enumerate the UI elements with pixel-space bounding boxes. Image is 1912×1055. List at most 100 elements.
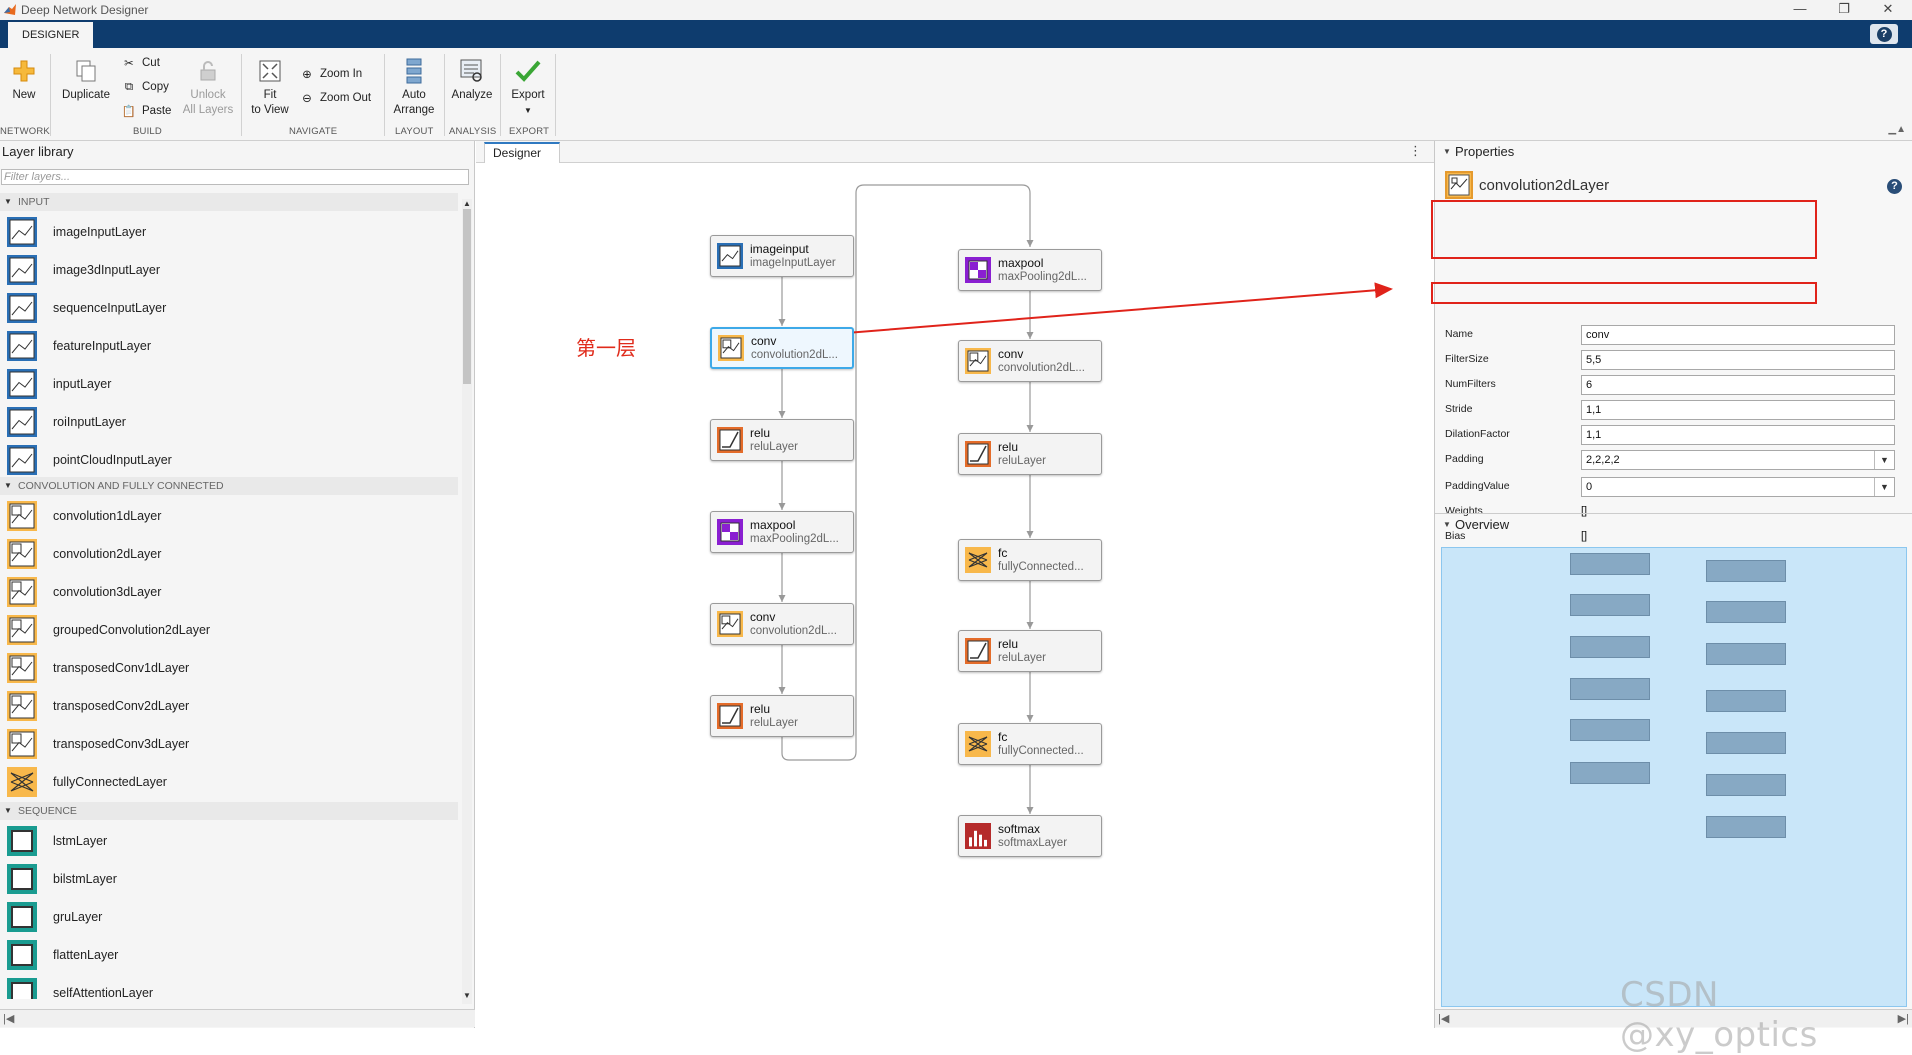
filter-layers-input[interactable]	[1, 169, 469, 185]
conv-layer-icon	[7, 501, 37, 531]
zoom-out-button[interactable]: ⊖ Zoom Out	[300, 88, 371, 108]
property-input-Name[interactable]: conv	[1581, 325, 1895, 345]
library-item-roiInputLayer[interactable]: roiInputLayer	[0, 405, 458, 439]
zoom-in-button[interactable]: ⊕ Zoom In	[300, 64, 362, 84]
layer-node-conv[interactable]: conv convolution2dL...	[958, 340, 1102, 382]
cut-button[interactable]: ✂ Cut	[122, 53, 160, 73]
scroll-left-icon[interactable]: |◀	[1438, 1012, 1449, 1025]
library-item-pointCloudInputLayer[interactable]: pointCloudInputLayer	[0, 443, 458, 477]
export-button[interactable]: Export ▼	[506, 56, 550, 118]
paste-icon: 📋	[121, 106, 137, 118]
layer-help-icon[interactable]: ?	[1887, 179, 1902, 194]
input-layer-icon	[7, 217, 37, 247]
library-item-featureInputLayer[interactable]: featureInputLayer	[0, 329, 458, 363]
layer-node-relu[interactable]: relu reluLayer	[710, 419, 854, 461]
new-label: New	[12, 89, 36, 101]
property-label: Padding	[1445, 453, 1484, 465]
property-input-Stride[interactable]: 1,1	[1581, 400, 1895, 420]
layer-node-fc[interactable]: fc fullyConnected...	[958, 723, 1102, 765]
library-item-bilstmLayer[interactable]: bilstmLayer	[0, 862, 458, 896]
property-input-PaddingValue[interactable]: 0 ▼	[1581, 477, 1895, 497]
convolution-layer-icon	[1445, 171, 1473, 199]
minimize-icon[interactable]: —	[1778, 0, 1822, 20]
scrollbar-thumb[interactable]	[463, 209, 471, 384]
library-item-imageInputLayer[interactable]: imageInputLayer	[0, 215, 458, 249]
library-item-fullyConnectedLayer[interactable]: fullyConnectedLayer	[0, 765, 458, 799]
layer-node-maxpool[interactable]: maxpool maxPooling2dL...	[710, 511, 854, 553]
category-conv[interactable]: ▼ CONVOLUTION AND FULLY CONNECTED	[0, 477, 458, 495]
library-item-inputLayer[interactable]: inputLayer	[0, 367, 458, 401]
layer-node-softmax[interactable]: softmax softmaxLayer	[958, 815, 1102, 857]
paste-button[interactable]: 📋 Paste	[121, 101, 172, 121]
scroll-up-icon[interactable]: ▲	[462, 199, 472, 208]
layer-node-conv[interactable]: conv convolution2dL...	[710, 327, 854, 369]
overview-node	[1706, 816, 1786, 838]
category-input[interactable]: ▼ INPUT	[0, 193, 458, 211]
fit-to-view-button[interactable]: Fit to View	[248, 56, 292, 118]
layer-node-relu[interactable]: relu reluLayer	[958, 630, 1102, 672]
conv-layer-icon	[7, 539, 37, 569]
library-item-lstmLayer[interactable]: lstmLayer	[0, 824, 458, 858]
auto-arrange-button[interactable]: Auto Arrange	[390, 56, 438, 118]
library-item-gruLayer[interactable]: gruLayer	[0, 900, 458, 934]
property-input-NumFilters[interactable]: 6	[1581, 375, 1895, 395]
duplicate-button[interactable]: Duplicate	[58, 56, 114, 103]
library-item-label: inputLayer	[53, 377, 112, 391]
chevron-down-icon[interactable]: ▼	[1874, 478, 1894, 496]
overview-minimap[interactable]	[1441, 547, 1907, 1007]
property-input-FilterSize[interactable]: 5,5	[1581, 350, 1895, 370]
help-button[interactable]: ?	[1870, 24, 1898, 44]
library-item-selfAttentionLayer[interactable]: selfAttentionLayer	[0, 976, 458, 999]
auto-arrange-label-2: Arrange	[393, 104, 435, 116]
library-item-groupedConvolution2dLayer[interactable]: groupedConvolution2dLayer	[0, 613, 458, 647]
layer-library-panel: Layer library ▼ INPUT imageInputLayer image…	[0, 141, 475, 1028]
property-input-Padding[interactable]: 2,2,2,2 ▼	[1581, 450, 1895, 470]
layer-library-list: ▼ INPUT imageInputLayer image3dInputLayer se…	[0, 191, 463, 999]
overview-section-header[interactable]: ▼ Overview	[1435, 513, 1912, 535]
layer-node-fc[interactable]: fc fullyConnected...	[958, 539, 1102, 581]
library-item-label: pointCloudInputLayer	[53, 453, 172, 467]
library-scrollbar[interactable]: ▲ ▼	[462, 199, 472, 1004]
layer-node-relu[interactable]: relu reluLayer	[958, 433, 1102, 475]
library-item-label: fullyConnectedLayer	[53, 775, 167, 789]
scroll-left-icon[interactable]: |◀	[3, 1012, 14, 1025]
library-item-flattenLayer[interactable]: flattenLayer	[0, 938, 458, 972]
overview-section-title: Overview	[1455, 517, 1510, 532]
maximize-icon[interactable]: ❐	[1822, 0, 1866, 20]
close-icon[interactable]: ✕	[1866, 0, 1910, 20]
node-name: fc	[998, 546, 1008, 560]
collapse-caret-icon: ▼	[4, 806, 12, 815]
layer-node-relu[interactable]: relu reluLayer	[710, 695, 854, 737]
layer-node-maxpool[interactable]: maxpool maxPooling2dL...	[958, 249, 1102, 291]
scroll-down-icon[interactable]: ▼	[462, 991, 472, 1000]
properties-section-header[interactable]: ▼ Properties	[1435, 141, 1912, 163]
checkmark-icon	[513, 56, 543, 86]
chevron-down-icon[interactable]: ▼	[1874, 451, 1894, 469]
library-item-convolution2dLayer[interactable]: convolution2dLayer	[0, 537, 458, 571]
layer-node-imageinput[interactable]: imageinput imageInputLayer	[710, 235, 854, 277]
property-input-DilationFactor[interactable]: 1,1	[1581, 425, 1895, 445]
library-item-transposedConv1dLayer[interactable]: transposedConv1dLayer	[0, 651, 458, 685]
library-item-transposedConv2dLayer[interactable]: transposedConv2dLayer	[0, 689, 458, 723]
new-button[interactable]: New	[8, 56, 40, 103]
tab-designer[interactable]: DESIGNER	[8, 22, 94, 48]
library-item-convolution1dLayer[interactable]: convolution1dLayer	[0, 499, 458, 533]
library-item-image3dInputLayer[interactable]: image3dInputLayer	[0, 253, 458, 287]
library-item-convolution3dLayer[interactable]: convolution3dLayer	[0, 575, 458, 609]
seq-layer-icon	[7, 940, 37, 970]
library-horizontal-scrollbar[interactable]: |◀	[0, 1009, 475, 1027]
library-item-transposedConv3dLayer[interactable]: transposedConv3dLayer	[0, 727, 458, 761]
analyze-button[interactable]: Analyze	[449, 56, 495, 103]
collapse-ribbon-icon[interactable]: ▁▲	[1888, 124, 1906, 135]
scissors-icon: ✂	[124, 58, 134, 70]
seq-layer-icon	[7, 902, 37, 932]
layer-node-conv[interactable]: conv convolution2dL...	[710, 603, 854, 645]
category-sequence[interactable]: ▼ SEQUENCE	[0, 802, 458, 820]
copy-button[interactable]: ⧉ Copy	[122, 77, 169, 97]
node-name: conv	[998, 347, 1024, 361]
library-item-sequenceInputLayer[interactable]: sequenceInputLayer	[0, 291, 458, 325]
zoom-in-icon: ⊕	[302, 69, 312, 81]
window-title-bar: Deep Network Designer — ❐ ✕	[0, 0, 1912, 20]
unlock-all-layers-button[interactable]: Unlock All Layers	[182, 56, 234, 118]
input-value: 5,5	[1586, 354, 1602, 366]
